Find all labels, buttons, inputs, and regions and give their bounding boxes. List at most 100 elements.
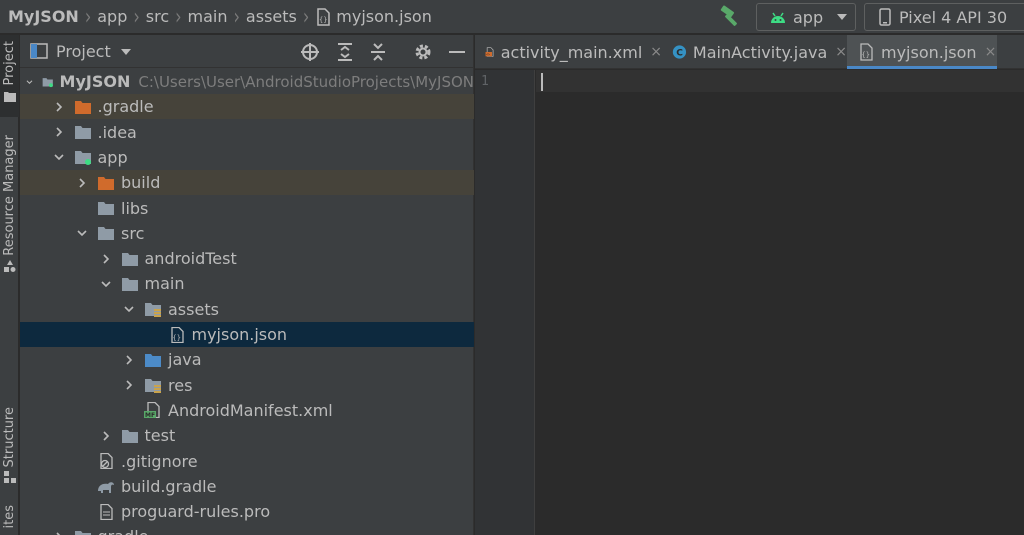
tree-item-path: C:\Users\User\AndroidStudioProjects\MyJS… <box>138 72 474 91</box>
java-class-icon: C <box>672 45 687 59</box>
tree-item[interactable]: MyJSON C:\Users\User\AndroidStudioProject… <box>20 69 474 94</box>
tree-item[interactable]: app <box>20 145 474 170</box>
chevron-right-icon[interactable] <box>122 353 136 367</box>
breadcrumb-separator-icon: › <box>302 3 310 30</box>
chevron-down-icon[interactable] <box>122 302 136 316</box>
tree-item[interactable]: java <box>20 347 474 372</box>
breadcrumb-item[interactable]: main <box>188 0 228 34</box>
editor-tab[interactable]: C MainActivity.java × <box>662 35 847 69</box>
tree-item[interactable]: proguard-rules.pro <box>20 499 474 524</box>
chevron-down-icon[interactable] <box>52 150 66 164</box>
close-icon[interactable]: × <box>650 44 662 60</box>
tree-item[interactable]: res <box>20 373 474 398</box>
collapse-all-icon[interactable] <box>367 41 389 63</box>
chevron-down-icon <box>837 14 847 20</box>
editor-tab[interactable]: {} myjson.json × <box>847 35 997 69</box>
tree-item[interactable]: gradle <box>20 524 474 535</box>
breadcrumb-label: src <box>145 7 170 26</box>
tool-tab-structure[interactable]: Structure <box>0 407 19 497</box>
folder-icon <box>98 227 114 241</box>
tree-spacer <box>75 505 89 519</box>
tree-item[interactable]: .idea <box>20 120 474 145</box>
project-panel-title[interactable]: Project <box>56 42 111 61</box>
tree-item[interactable]: .gradle <box>20 94 474 120</box>
chevron-right-icon[interactable] <box>75 176 89 190</box>
gradle-file-icon <box>98 482 114 494</box>
minimize-icon[interactable] <box>446 41 468 63</box>
editor-tab-label: MainActivity.java <box>692 42 828 62</box>
tree-item[interactable]: .gitignore <box>20 449 474 474</box>
chevron-right-icon[interactable] <box>52 125 66 139</box>
breadcrumb-item[interactable]: app <box>97 0 127 34</box>
tool-tab-resource-manager-label: Resource Manager <box>2 135 17 256</box>
close-icon[interactable]: × <box>835 44 847 60</box>
tree-item-label: assets <box>168 299 219 319</box>
tree-item-label: java <box>168 350 202 370</box>
svg-text:{}: {} <box>319 16 327 24</box>
code-editor[interactable] <box>536 70 1024 535</box>
editor-tabs: <> activity_main.xml × C MainActivity.java ×{… <box>475 35 1024 69</box>
device-label: Pixel 4 API 30 <box>899 7 1008 27</box>
breadcrumb-item[interactable]: MyJSON <box>8 0 79 34</box>
tree-spacer <box>75 454 89 468</box>
tree-item[interactable]: MF AndroidManifest.xml <box>20 398 474 423</box>
chevron-right-icon[interactable] <box>99 429 113 443</box>
device-selector-dropdown[interactable]: Pixel 4 API 30 <box>864 3 1024 31</box>
run-configuration-dropdown[interactable]: app <box>756 3 856 31</box>
tree-item-label: AndroidManifest.xml <box>168 400 333 420</box>
breadcrumb-item[interactable]: assets <box>246 0 297 34</box>
tree-item-label: test <box>144 426 176 446</box>
navigation-bar: MyJSON › app › src › main › assets › {} myjson.json… <box>0 0 1024 34</box>
editor-tab-label: activity_main.xml <box>500 42 643 62</box>
tree-item[interactable]: libs <box>20 196 474 221</box>
excluded-folder-icon <box>74 100 91 114</box>
text-file-icon <box>100 503 113 520</box>
chevron-right-icon[interactable] <box>122 378 136 392</box>
tree-spacer <box>146 328 160 342</box>
breadcrumb-item[interactable]: src <box>146 0 169 34</box>
chevron-right-icon[interactable] <box>52 530 66 535</box>
module-folder-icon <box>42 77 53 87</box>
gear-icon[interactable] <box>412 41 434 63</box>
editor-gutter: 1 <box>475 70 535 535</box>
tree-item-label: main <box>144 274 185 294</box>
tree-spacer <box>75 479 89 493</box>
tree-item-label: .gradle <box>97 97 154 117</box>
tree-item[interactable]: androidTest <box>20 246 474 271</box>
tree-item[interactable]: assets <box>20 297 474 322</box>
tree-item[interactable]: build.gradle <box>20 474 474 499</box>
tree-item-label: androidTest <box>144 249 237 269</box>
editor-tab[interactable]: <> activity_main.xml × <box>475 35 662 69</box>
folder-icon <box>74 126 91 140</box>
expand-all-icon[interactable] <box>334 41 356 63</box>
left-tool-strip: Project Resource Manager Structure ites <box>0 35 19 535</box>
tree-item-label: MyJSON <box>59 72 131 91</box>
tool-tab-project[interactable]: Project <box>0 35 19 117</box>
tree-item[interactable]: build <box>20 170 474 196</box>
build-hammer-icon[interactable] <box>718 5 744 29</box>
tree-item[interactable]: test <box>20 423 474 448</box>
chevron-right-icon[interactable] <box>52 100 66 114</box>
tool-tab-resource-manager[interactable]: Resource Manager <box>0 135 19 285</box>
close-icon[interactable]: × <box>985 44 997 60</box>
resources-folder-icon <box>145 379 161 394</box>
tool-tab-favorites[interactable]: ites <box>0 505 19 535</box>
tree-item[interactable]: main <box>20 271 474 296</box>
tree-item[interactable]: {} myjson.json <box>20 322 474 347</box>
tree-spacer <box>75 201 89 215</box>
tree-item-label: res <box>168 375 193 395</box>
breadcrumb-separator-icon: › <box>133 3 140 30</box>
chevron-down-icon[interactable] <box>75 226 89 240</box>
folder-icon <box>121 277 138 291</box>
locate-file-icon[interactable] <box>299 41 321 63</box>
svg-text:MF: MF <box>145 412 155 418</box>
tree-item[interactable]: src <box>20 221 474 246</box>
chevron-right-icon[interactable] <box>99 252 113 266</box>
tool-tab-project-label: Project <box>2 41 17 86</box>
chevron-down-icon[interactable] <box>25 75 34 89</box>
chevron-down-icon[interactable] <box>120 49 131 55</box>
json-file-icon: {} <box>317 7 331 26</box>
breadcrumb-item[interactable]: {} myjson.json <box>315 0 432 34</box>
tree-item-label: gradle <box>98 527 149 535</box>
chevron-down-icon[interactable] <box>99 277 113 291</box>
